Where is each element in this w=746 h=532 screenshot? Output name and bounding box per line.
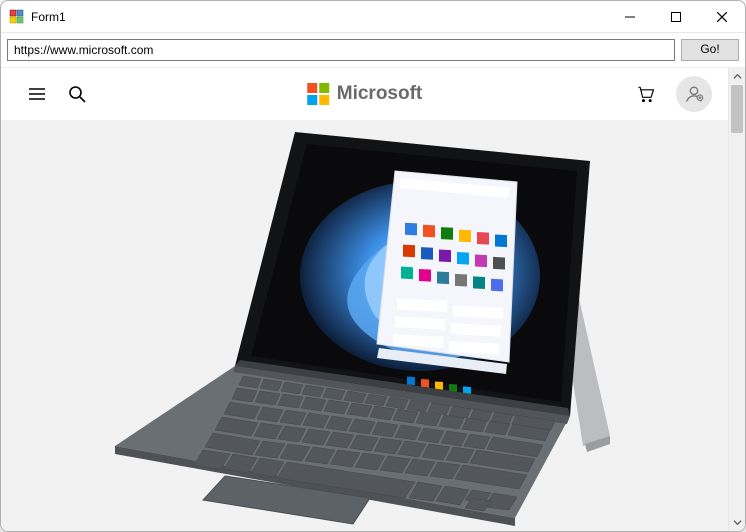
search-button[interactable]	[57, 74, 97, 114]
browser-viewport: Microsoft	[1, 68, 745, 531]
url-bar-row: Go!	[1, 33, 745, 68]
app-icon	[9, 9, 25, 25]
brand-logo[interactable]: Microsoft	[307, 83, 423, 105]
site-header: Microsoft	[1, 68, 728, 121]
microsoft-logo-icon	[307, 83, 329, 105]
hero-section	[1, 121, 728, 531]
cart-button[interactable]	[626, 74, 666, 114]
app-window: Form1 Go!	[0, 0, 746, 532]
webpage: Microsoft	[1, 68, 728, 531]
scroll-thumb[interactable]	[731, 85, 743, 133]
scroll-track[interactable]	[729, 85, 745, 514]
scroll-up-button[interactable]	[729, 68, 745, 85]
close-button[interactable]	[699, 1, 745, 33]
window-title: Form1	[31, 10, 66, 24]
titlebar: Form1	[1, 1, 745, 33]
url-input[interactable]	[7, 39, 675, 61]
menu-button[interactable]	[17, 74, 57, 114]
minimize-button[interactable]	[607, 1, 653, 33]
account-button[interactable]	[676, 76, 712, 112]
vertical-scrollbar[interactable]	[728, 68, 745, 531]
scroll-down-button[interactable]	[729, 514, 745, 531]
maximize-button[interactable]	[653, 1, 699, 33]
brand-name: Microsoft	[337, 83, 423, 105]
product-image	[85, 126, 645, 526]
go-button[interactable]: Go!	[681, 39, 739, 61]
